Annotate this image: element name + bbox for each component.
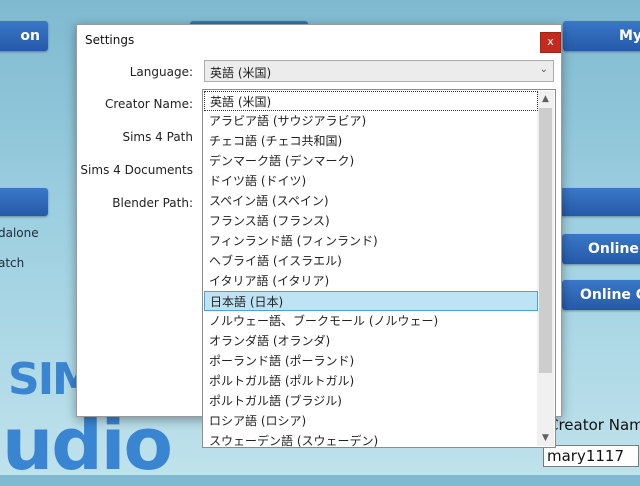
language-option[interactable]: アラビア語 (サウジアラビア) [204, 111, 538, 131]
background-left-item-2: atch [0, 256, 25, 270]
creator-name-label-dialog: Creator Name: [104, 97, 193, 111]
chevron-down-icon: ⌄ [539, 64, 548, 75]
language-option[interactable]: スウェーデン語 (スウェーデン) [204, 431, 538, 451]
sims4-path-label: Sims 4 Path [122, 130, 193, 144]
background-right-bar[interactable] [560, 188, 640, 216]
language-option[interactable]: イタリア語 (イタリア) [204, 271, 538, 291]
close-icon: x [547, 35, 554, 48]
language-option[interactable]: ポーランド語 (ポーランド) [204, 351, 538, 371]
background-top-left-button[interactable]: on [0, 21, 48, 51]
chevron-down-icon[interactable]: ▼ [537, 430, 554, 446]
language-option[interactable]: 日本語 (日本) [204, 291, 538, 311]
online-update-button-label: Online U [588, 241, 640, 257]
blender-path-label: Blender Path: [112, 196, 193, 210]
creator-name-value: mary1117 [547, 447, 625, 465]
language-option[interactable]: フランス語 (フランス) [204, 211, 538, 231]
dropdown-scrollbar[interactable]: ▲ ▼ [537, 91, 554, 446]
language-option[interactable]: スペイン語 (スペイン) [204, 191, 538, 211]
logo-text-bottom: udio [2, 402, 173, 486]
language-option[interactable]: ドイツ語 (ドイツ) [204, 171, 538, 191]
language-option[interactable]: ノルウェー語、ブークモール (ノルウェー) [204, 311, 538, 331]
chevron-up-icon[interactable]: ▲ [537, 91, 554, 107]
sims4-documents-label: Sims 4 Documents [80, 163, 193, 177]
background-top-left-button-label: on [20, 28, 40, 44]
language-select[interactable]: 英語 (米国) ⌄ [204, 60, 554, 82]
online-catalog-button[interactable]: Online C [562, 280, 640, 310]
language-option[interactable]: 英語 (米国) [204, 91, 538, 111]
language-option[interactable]: フィンランド語 (フィンランド) [204, 231, 538, 251]
language-dropdown-list[interactable]: ▲ ▼ 英語 (米国) アラビア語 (サウジアラビア) チェコ語 (チェコ共和国) デ… [202, 89, 556, 448]
language-select-value: 英語 (米国) [210, 66, 272, 80]
online-catalog-button-label: Online C [580, 287, 640, 303]
language-option[interactable]: ポルトガル語 (ブラジル) [204, 391, 538, 411]
background-top-right-button[interactable]: My [563, 21, 640, 51]
dialog-title: Settings [85, 33, 135, 47]
language-option[interactable]: オランダ語 (オランダ) [204, 331, 538, 351]
language-option[interactable]: ヘブライ語 (イスラエル) [204, 251, 538, 271]
language-option[interactable]: デンマーク語 (デンマーク) [204, 151, 538, 171]
close-button[interactable]: x [540, 32, 561, 53]
scrollbar-thumb[interactable] [539, 108, 552, 373]
online-update-button[interactable]: Online U [562, 234, 640, 264]
language-option[interactable]: ロシア語 (ロシア) [204, 411, 538, 431]
background-top-right-button-label: My [619, 28, 640, 44]
creator-name-field[interactable]: mary1117 [543, 445, 639, 467]
background-left-item-1: dalone [0, 226, 39, 240]
language-label: Language: [129, 65, 193, 79]
language-option[interactable]: チェコ語 (チェコ共和国) [204, 131, 538, 151]
creator-name-label: Creator Nam [548, 416, 640, 434]
language-option[interactable]: ポルトガル語 (ポルトガル) [204, 371, 538, 391]
